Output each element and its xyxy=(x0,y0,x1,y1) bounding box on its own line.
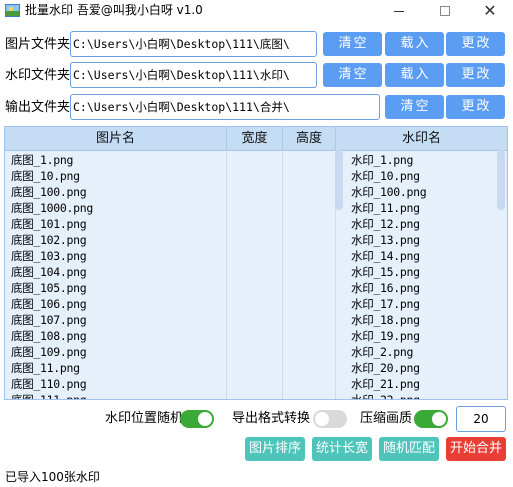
column-divider xyxy=(226,152,227,399)
window-title: 批量水印 吾爱@叫我小白呀 v1.0 xyxy=(25,3,203,17)
status-text: 已导入100张水印 xyxy=(5,470,100,484)
output-change-button[interactable]: 更改 xyxy=(446,95,505,119)
toggle-knob xyxy=(315,412,329,426)
image-load-button[interactable]: 载入 xyxy=(385,32,444,56)
output-clear-button[interactable]: 清空 xyxy=(385,95,444,119)
watermark-list-item[interactable]: 水印_19.png xyxy=(351,328,499,344)
output-folder-label: 输出文件夹: xyxy=(5,100,75,115)
column-divider xyxy=(282,152,283,399)
image-list-item[interactable]: 底图_108.png xyxy=(11,328,225,344)
image-list-item[interactable]: 底图_104.png xyxy=(11,264,225,280)
image-list-item[interactable]: 底图_100.png xyxy=(11,184,225,200)
export-format-toggle[interactable] xyxy=(313,410,347,428)
toggle-knob xyxy=(432,412,446,426)
image-list-scrollbar[interactable] xyxy=(335,150,343,210)
random-match-button[interactable]: 随机匹配 xyxy=(379,437,439,461)
watermark-list-item[interactable]: 水印_2.png xyxy=(351,344,499,360)
watermark-list-item[interactable]: 水印_10.png xyxy=(351,168,499,184)
sort-images-button[interactable]: 图片排序 xyxy=(245,437,305,461)
image-list-item[interactable]: 底图_107.png xyxy=(11,312,225,328)
random-position-label: 水印位置随机 xyxy=(105,411,184,426)
compress-toggle[interactable] xyxy=(414,410,448,428)
header-watermark-name[interactable]: 水印名 xyxy=(336,127,507,151)
close-button[interactable]: ✕ xyxy=(467,0,513,22)
watermark-list-item[interactable]: 水印_17.png xyxy=(351,296,499,312)
image-clear-button[interactable]: 清空 xyxy=(323,32,382,56)
compress-label: 压缩画质 xyxy=(360,411,413,426)
start-merge-button[interactable]: 开始合并 xyxy=(446,437,506,461)
image-name-column: 底图_1.png 底图_10.png 底图_100.png 底图_1000.png 底图… xyxy=(11,152,225,399)
header-width[interactable]: 宽度 xyxy=(227,127,283,151)
watermark-list-item[interactable]: 水印_18.png xyxy=(351,312,499,328)
toggle-knob xyxy=(198,412,212,426)
random-position-toggle[interactable] xyxy=(180,410,214,428)
watermark-change-button[interactable]: 更改 xyxy=(446,63,505,87)
export-format-label: 导出格式转换 xyxy=(232,411,311,426)
header-image-name[interactable]: 图片名 xyxy=(5,127,227,151)
app-image-icon xyxy=(5,4,20,17)
watermark-list-item[interactable]: 水印_100.png xyxy=(351,184,499,200)
stats-size-button[interactable]: 统计长宽 xyxy=(312,437,372,461)
watermark-list-item[interactable]: 水印_15.png xyxy=(351,264,499,280)
watermark-list-item[interactable]: 水印_14.png xyxy=(351,248,499,264)
file-table[interactable]: 图片名 宽度 高度 水印名 底图_1.png 底图_10.png 底图_100.pn… xyxy=(4,126,508,400)
image-list-item[interactable]: 底图_110.png xyxy=(11,376,225,392)
image-list-item[interactable]: 底图_1000.png xyxy=(11,200,225,216)
watermark-name-column: 水印_1.png 水印_10.png 水印_100.png 水印_11.png 水印_1… xyxy=(351,152,499,399)
header-height[interactable]: 高度 xyxy=(283,127,336,151)
image-list-item[interactable]: 底图_105.png xyxy=(11,280,225,296)
output-folder-input[interactable] xyxy=(70,94,380,120)
watermark-list-item[interactable]: 水印_21.png xyxy=(351,376,499,392)
watermark-clear-button[interactable]: 清空 xyxy=(323,63,382,87)
close-icon: ✕ xyxy=(483,1,497,20)
watermark-list-item[interactable]: 水印_13.png xyxy=(351,232,499,248)
image-list-item[interactable]: 底图_106.png xyxy=(11,296,225,312)
minimize-icon xyxy=(394,10,404,12)
maximize-icon xyxy=(440,6,450,16)
image-list-item[interactable]: 底图_103.png xyxy=(11,248,225,264)
image-change-button[interactable]: 更改 xyxy=(446,32,505,56)
watermark-folder-input[interactable] xyxy=(70,62,317,88)
maximize-button[interactable] xyxy=(422,0,468,22)
title-bar: 批量水印 吾爱@叫我小白呀 v1.0 ✕ xyxy=(0,0,513,22)
image-list-item[interactable]: 底图_111.png xyxy=(11,392,225,399)
minimize-button[interactable] xyxy=(376,0,422,22)
watermark-load-button[interactable]: 载入 xyxy=(385,63,444,87)
image-list-item[interactable]: 底图_1.png xyxy=(11,152,225,168)
image-list-item[interactable]: 底图_10.png xyxy=(11,168,225,184)
watermark-list-item[interactable]: 水印_22.png xyxy=(351,392,499,399)
watermark-list-item[interactable]: 水印_20.png xyxy=(351,360,499,376)
image-folder-label: 图片文件夹: xyxy=(5,37,75,52)
quality-input[interactable] xyxy=(456,406,506,432)
image-list-item[interactable]: 底图_109.png xyxy=(11,344,225,360)
watermark-list-scrollbar[interactable] xyxy=(497,150,505,210)
image-list-item[interactable]: 底图_102.png xyxy=(11,232,225,248)
watermark-list-item[interactable]: 水印_1.png xyxy=(351,152,499,168)
table-header: 图片名 宽度 高度 水印名 xyxy=(5,127,507,151)
watermark-list-item[interactable]: 水印_11.png xyxy=(351,200,499,216)
image-folder-input[interactable] xyxy=(70,31,317,57)
watermark-list-item[interactable]: 水印_12.png xyxy=(351,216,499,232)
image-list-item[interactable]: 底图_101.png xyxy=(11,216,225,232)
watermark-list-item[interactable]: 水印_16.png xyxy=(351,280,499,296)
watermark-folder-label: 水印文件夹: xyxy=(5,68,75,83)
image-list-item[interactable]: 底图_11.png xyxy=(11,360,225,376)
